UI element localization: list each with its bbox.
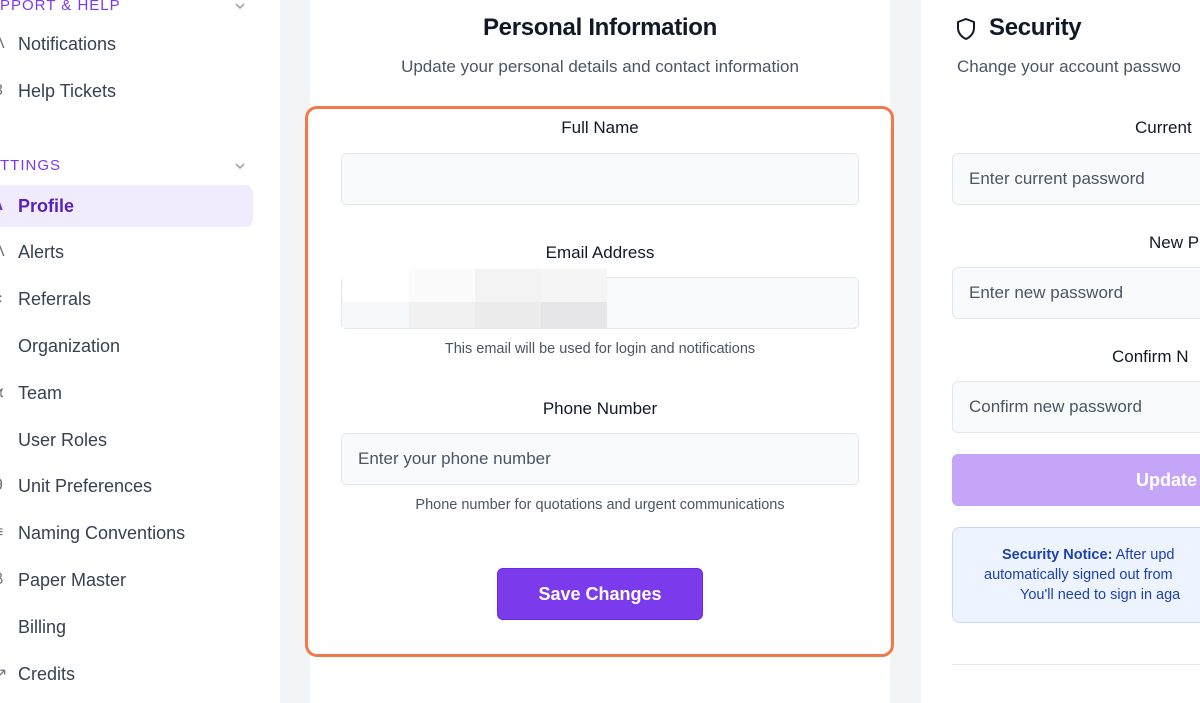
chevron-down-icon bbox=[235, 2, 245, 9]
bell-icon: Λ bbox=[0, 35, 18, 53]
sidebar-item-label: Credits bbox=[18, 663, 76, 684]
user-icon: λ bbox=[0, 197, 18, 215]
ticket-icon: 3 bbox=[0, 82, 18, 100]
current-password-label: Current bbox=[1135, 118, 1192, 137]
sidebar-item-team[interactable]: ϰ Team bbox=[0, 372, 253, 414]
sidebar-item-label: Organization bbox=[18, 335, 121, 356]
sidebar-item-credits[interactable]: ↗ Credits bbox=[0, 653, 253, 695]
email-redaction-block bbox=[409, 302, 475, 328]
sidebar-item-label: Team bbox=[18, 382, 63, 403]
settings-section-header[interactable]: TTINGS bbox=[0, 157, 255, 174]
sidebar-item-user-roles[interactable]: ) User Roles bbox=[0, 419, 253, 461]
phone-number-input[interactable] bbox=[341, 433, 859, 485]
sidebar-item-naming-conventions[interactable]: ≡ Naming Conventions bbox=[0, 512, 253, 554]
shield-user-icon: ) bbox=[0, 431, 18, 449]
sidebar-item-unit-preferences[interactable]: θ Unit Preferences bbox=[0, 465, 253, 507]
email-redaction-block bbox=[475, 269, 541, 302]
confirm-password-label: Confirm N bbox=[1112, 347, 1189, 366]
share-icon: ϲ bbox=[0, 290, 18, 308]
chevron-down-icon bbox=[235, 162, 245, 169]
full-name-label: Full Name bbox=[561, 118, 639, 137]
security-notice: Security Notice: After upd automatically… bbox=[952, 527, 1200, 623]
email-redaction-block bbox=[409, 269, 475, 302]
team-icon: ϰ bbox=[0, 384, 18, 402]
settings-header-label: TTINGS bbox=[0, 157, 61, 174]
sidebar-item-help-tickets[interactable]: 3 Help Tickets bbox=[0, 70, 253, 112]
shield-icon bbox=[957, 18, 975, 40]
new-password-label: New P bbox=[1149, 233, 1200, 252]
sidebar-item-label: Help Tickets bbox=[18, 80, 117, 101]
sidebar-item-label: Alerts bbox=[18, 241, 65, 262]
sidebar-item-referrals[interactable]: ϲ Referrals bbox=[0, 278, 253, 320]
support-help-header-label: PPORT & HELP bbox=[0, 0, 121, 14]
billing-icon: ] bbox=[0, 618, 18, 636]
new-password-input[interactable] bbox=[952, 267, 1200, 319]
sidebar-item-label: Unit Preferences bbox=[18, 475, 153, 496]
sidebar-item-label: Naming Conventions bbox=[18, 522, 186, 543]
current-password-input[interactable] bbox=[952, 153, 1200, 205]
email-helper-text: This email will be used for login and no… bbox=[444, 341, 756, 357]
globe-icon: θ bbox=[0, 477, 18, 495]
sidebar-item-label: User Roles bbox=[18, 429, 108, 450]
security-notice-line-3: You'll need to sign in aga bbox=[1020, 587, 1181, 603]
alert-icon: Λ bbox=[0, 243, 18, 261]
phone-number-label: Phone Number bbox=[542, 399, 658, 418]
credits-icon: ↗ bbox=[0, 666, 8, 683]
sidebar-item-label: Referrals bbox=[18, 288, 92, 309]
file-icon: β bbox=[0, 571, 18, 589]
sidebar-item-label: Billing bbox=[18, 616, 67, 637]
confirm-password-input[interactable] bbox=[952, 381, 1200, 433]
security-notice-line-2: automatically signed out from bbox=[984, 567, 1173, 583]
sidebar-item-billing[interactable]: ] Billing bbox=[0, 606, 253, 648]
email-redaction-block bbox=[343, 269, 409, 302]
phone-helper-text: Phone number for quotations and urgent c… bbox=[415, 497, 785, 513]
email-redaction-block bbox=[541, 269, 607, 302]
security-notice-text: After upd bbox=[1112, 547, 1175, 563]
divider bbox=[952, 664, 1200, 665]
sidebar-item-label: Profile bbox=[18, 195, 75, 216]
sidebar: PPORT & HELP Λ Notifications 3 Help Tick… bbox=[0, 0, 280, 703]
update-password-button[interactable]: Update bbox=[952, 454, 1200, 506]
save-changes-button[interactable]: Save Changes bbox=[497, 568, 703, 620]
security-notice-line-1: Security Notice: After upd bbox=[1002, 545, 1174, 565]
sidebar-item-alerts[interactable]: Λ Alerts bbox=[0, 231, 253, 273]
sidebar-item-profile[interactable]: λ Profile bbox=[0, 185, 253, 227]
full-name-input[interactable] bbox=[341, 153, 859, 205]
security-subtitle: Change your account passwo bbox=[957, 57, 1181, 76]
email-redaction-block bbox=[343, 302, 409, 328]
support-help-section-header[interactable]: PPORT & HELP bbox=[0, 0, 255, 14]
sidebar-item-organization[interactable]: ] Organization bbox=[0, 325, 253, 367]
security-title: Security bbox=[989, 14, 1082, 41]
email-address-label: Email Address bbox=[545, 243, 655, 262]
sidebar-item-label: Notifications bbox=[18, 33, 117, 54]
personal-information-title: Personal Information bbox=[482, 14, 718, 41]
sidebar-item-paper-master[interactable]: β Paper Master bbox=[0, 559, 253, 601]
personal-information-subtitle: Update your personal details and contact… bbox=[401, 57, 799, 76]
email-redaction-block bbox=[541, 302, 607, 328]
security-notice-heading: Security Notice: bbox=[1002, 547, 1113, 563]
email-redaction-block bbox=[475, 302, 541, 328]
list-icon: ≡ bbox=[0, 524, 18, 542]
sidebar-item-label: Paper Master bbox=[18, 569, 127, 590]
building-icon: ] bbox=[0, 337, 18, 355]
sidebar-item-notifications[interactable]: Λ Notifications bbox=[0, 23, 253, 65]
